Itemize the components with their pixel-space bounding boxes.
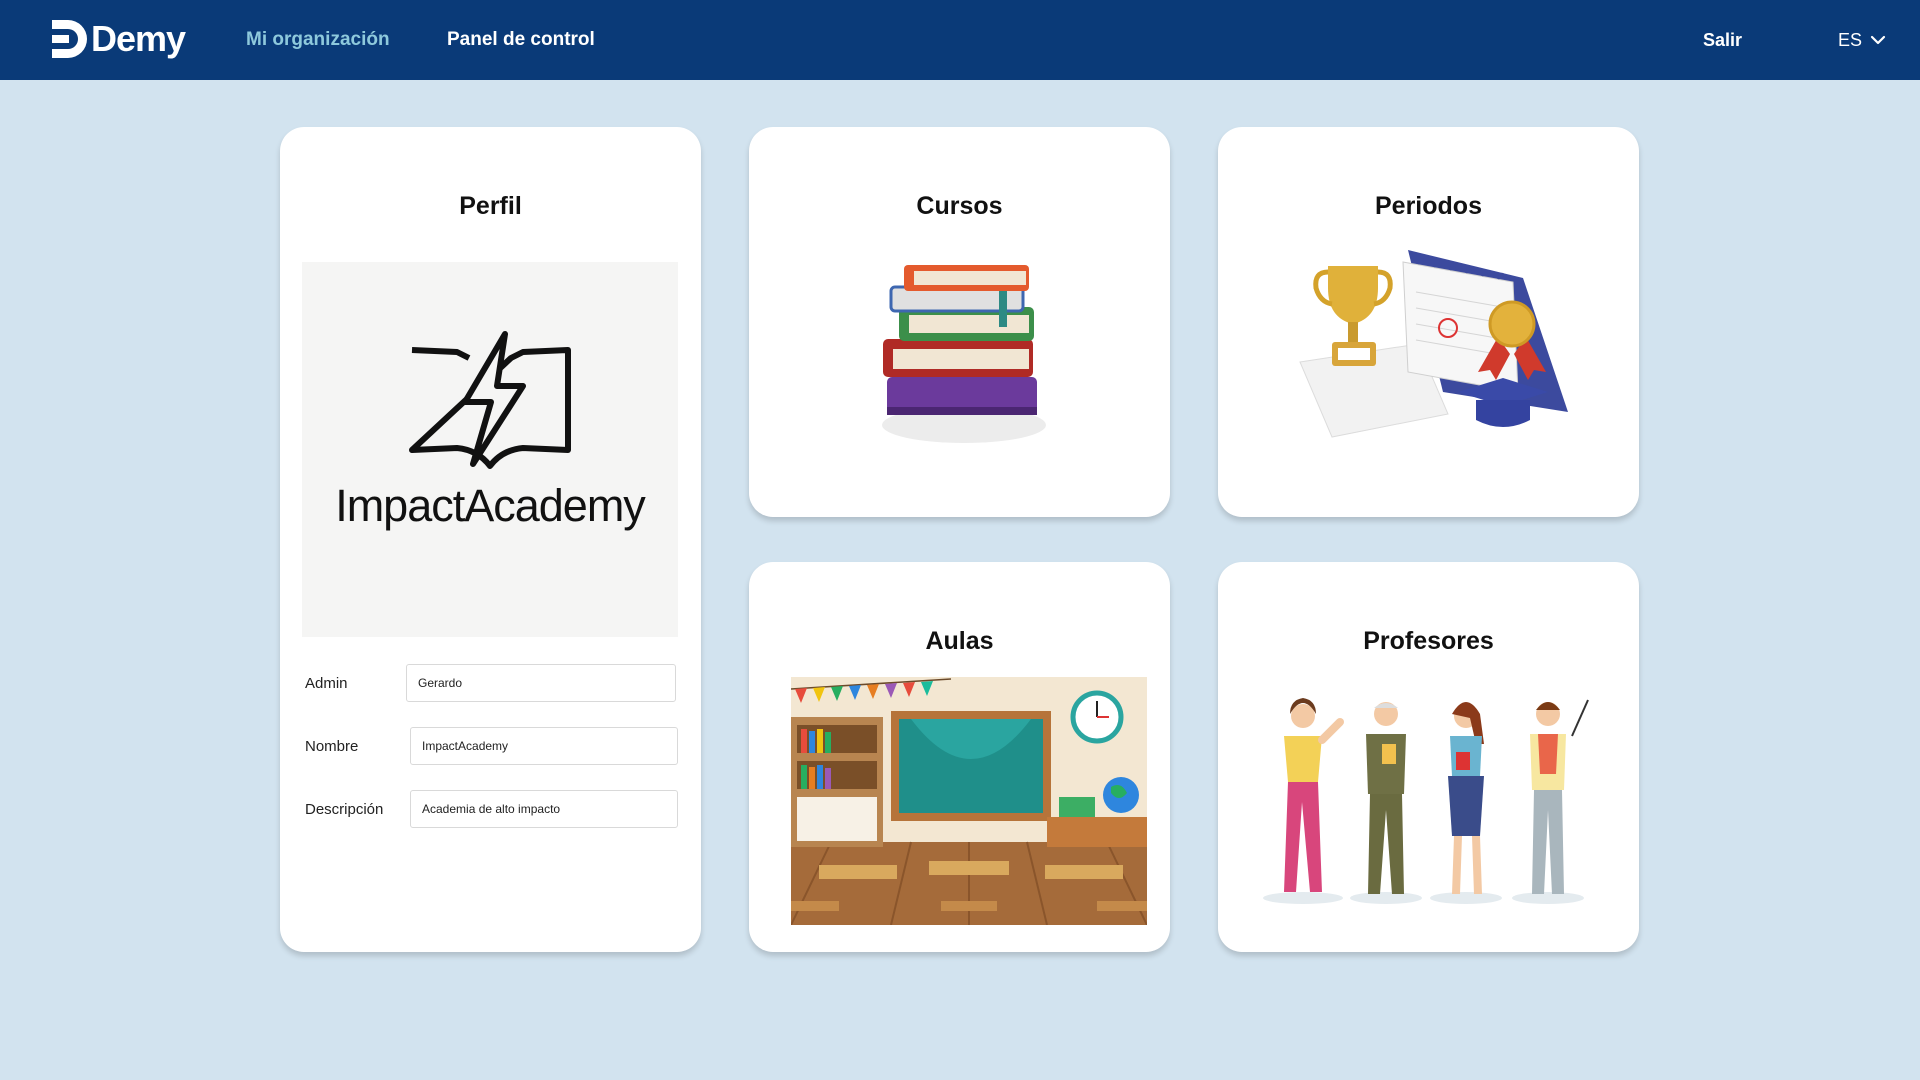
name-input[interactable]: [410, 727, 678, 765]
chevron-down-icon: [1870, 35, 1886, 45]
organization-logo-text: ImpactAcademy: [335, 480, 646, 531]
nav-my-organization[interactable]: Mi organización: [246, 26, 390, 54]
courses-title: Cursos: [916, 192, 1003, 220]
books-stack-illustration: [882, 265, 1046, 443]
periods-title: Periodos: [1375, 192, 1482, 220]
brand-name: Demy: [91, 18, 186, 59]
nav-control-panel[interactable]: Panel de control: [447, 26, 595, 54]
book-lightning-icon: [409, 331, 571, 469]
periods-card[interactable]: Periodos: [1218, 127, 1639, 517]
language-code: ES: [1838, 30, 1863, 50]
organization-logo: ImpactAcademy: [302, 262, 678, 637]
description-label: Descripción: [305, 801, 384, 818]
teachers-title: Profesores: [1363, 627, 1494, 655]
teachers-card[interactable]: Profesores: [1218, 562, 1639, 952]
description-input[interactable]: [410, 790, 678, 828]
profile-title: Perfil: [459, 192, 522, 220]
courses-card[interactable]: Cursos: [749, 127, 1170, 517]
classrooms-title: Aulas: [925, 627, 994, 655]
admin-label: Admin: [305, 675, 348, 692]
calendar-trophy-illustration: [1299, 250, 1568, 438]
admin-input[interactable]: [406, 664, 676, 702]
demy-logo-icon: [52, 20, 87, 58]
classroom-illustration: [791, 677, 1147, 925]
name-label: Nombre: [305, 738, 359, 755]
logout-link[interactable]: Salir: [1703, 26, 1742, 54]
teachers-illustration: [1263, 698, 1589, 904]
language-selector[interactable]: ES: [1838, 26, 1886, 54]
top-navbar: Demy Mi organización Panel de control Sa…: [0, 0, 1920, 80]
profile-card: Perfil ImpactAcademy Admin Nombre Descri…: [280, 127, 701, 952]
classrooms-card[interactable]: Aulas: [749, 562, 1170, 952]
demy-logo[interactable]: Demy: [48, 18, 186, 60]
